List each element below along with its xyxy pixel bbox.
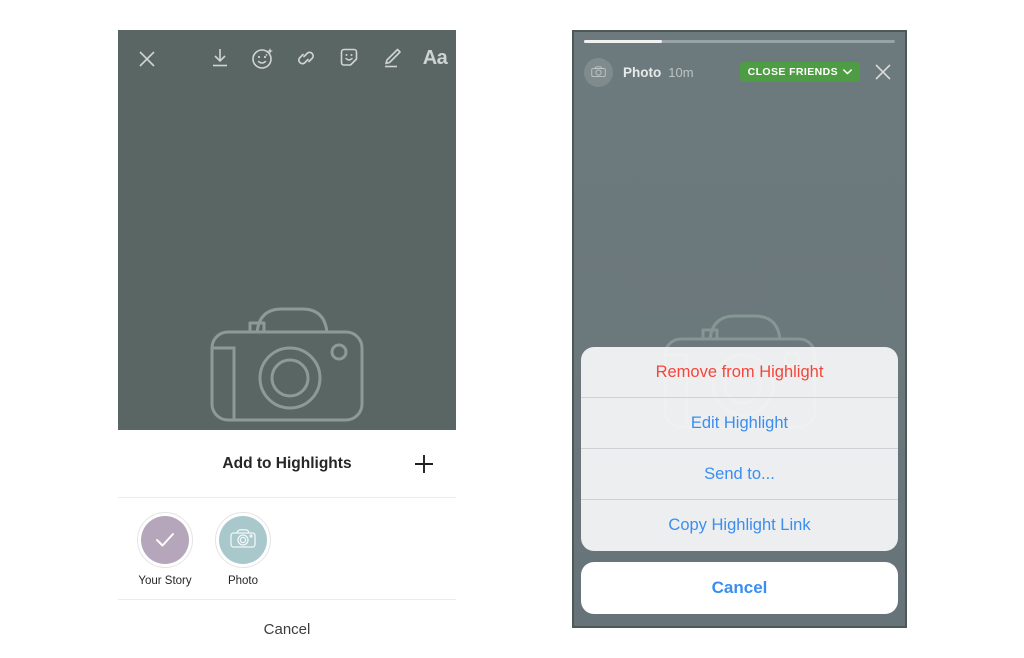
photo-thumbnail	[219, 516, 267, 564]
save-download-button[interactable]	[205, 42, 235, 74]
action-sheet: Remove from Highlight Edit Highlight Send …	[581, 347, 898, 551]
add-highlight-button[interactable]	[410, 450, 438, 478]
action-sheet-cancel-button[interactable]: Cancel	[581, 562, 898, 614]
check-icon	[156, 533, 174, 547]
highlight-option-label: Your Story	[138, 575, 192, 587]
link-button[interactable]	[291, 42, 321, 74]
avatar	[137, 512, 193, 568]
story-author-name[interactable]: Photo	[623, 65, 661, 80]
text-button[interactable]: Aa	[420, 42, 450, 74]
close-friends-label: CLOSE FRIENDS	[747, 66, 838, 78]
story-viewer-panel: Photo 10m CLOSE FRIENDS Remove from High…	[572, 30, 907, 628]
action-sheet-item-label: Edit Highlight	[690, 413, 789, 432]
close-story-button[interactable]	[871, 60, 895, 84]
your-story-thumbnail	[141, 516, 189, 564]
story-progress-fill	[584, 40, 662, 43]
add-to-highlights-title: Add to Highlights	[222, 454, 352, 472]
link-icon	[298, 51, 314, 65]
text-aa-icon: Aa	[422, 47, 448, 69]
close-friends-badge[interactable]: CLOSE FRIENDS	[739, 62, 860, 82]
cancel-button[interactable]: Cancel	[118, 600, 456, 658]
story-viewer-canvas[interactable]: Photo 10m CLOSE FRIENDS Remove from High…	[574, 32, 905, 626]
story-canvas[interactable]: Aa	[118, 30, 456, 430]
add-to-highlights-row[interactable]: Add to Highlights	[118, 430, 456, 498]
camera-icon	[230, 529, 256, 548]
draw-pen-icon	[385, 48, 401, 68]
close-x-icon	[139, 51, 155, 67]
avatar[interactable]	[584, 57, 613, 87]
draw-button[interactable]	[377, 42, 407, 74]
story-timestamp: 10m	[668, 64, 694, 80]
camera-avatar-icon	[591, 65, 606, 77]
action-sheet-item[interactable]: Remove from Highlight	[581, 347, 898, 398]
close-editor-button[interactable]	[132, 44, 162, 74]
face-sparkle-icon	[252, 48, 273, 69]
chevron-down-icon	[843, 69, 852, 75]
plus-icon	[415, 454, 433, 473]
sticker-button[interactable]	[334, 42, 364, 74]
action-sheet-item[interactable]: Copy Highlight Link	[581, 500, 898, 551]
effects-button[interactable]	[248, 42, 278, 74]
story-viewer-header: Photo 10m CLOSE FRIENDS	[574, 50, 905, 94]
action-sheet-item-label: Remove from Highlight	[655, 362, 824, 381]
toolbar-actions: Aa	[205, 42, 450, 74]
action-sheet-item[interactable]: Send to...	[581, 449, 898, 500]
sticker-icon	[340, 48, 358, 66]
highlight-picker-row: Your Story Photo	[118, 500, 456, 600]
avatar	[215, 512, 271, 568]
close-x-icon	[875, 64, 891, 80]
action-sheet-item-label: Send to...	[704, 464, 775, 483]
story-editor-toolbar: Aa	[118, 30, 456, 86]
story-progress-bar	[584, 40, 895, 43]
cancel-label: Cancel	[711, 578, 768, 597]
save-download-icon	[213, 49, 227, 67]
cancel-label: Cancel	[263, 620, 311, 638]
highlight-option-label: Photo	[227, 575, 259, 587]
action-sheet-item-label: Copy Highlight Link	[668, 516, 811, 534]
highlight-option-photo[interactable]: Photo	[214, 500, 272, 587]
highlight-option-your-story[interactable]: Your Story	[136, 500, 194, 587]
camera-icon	[210, 307, 364, 422]
action-sheet-item[interactable]: Edit Highlight	[581, 398, 898, 449]
story-editor-panel: Aa Add to Highlights Your Story Photo Ca…	[118, 30, 456, 638]
